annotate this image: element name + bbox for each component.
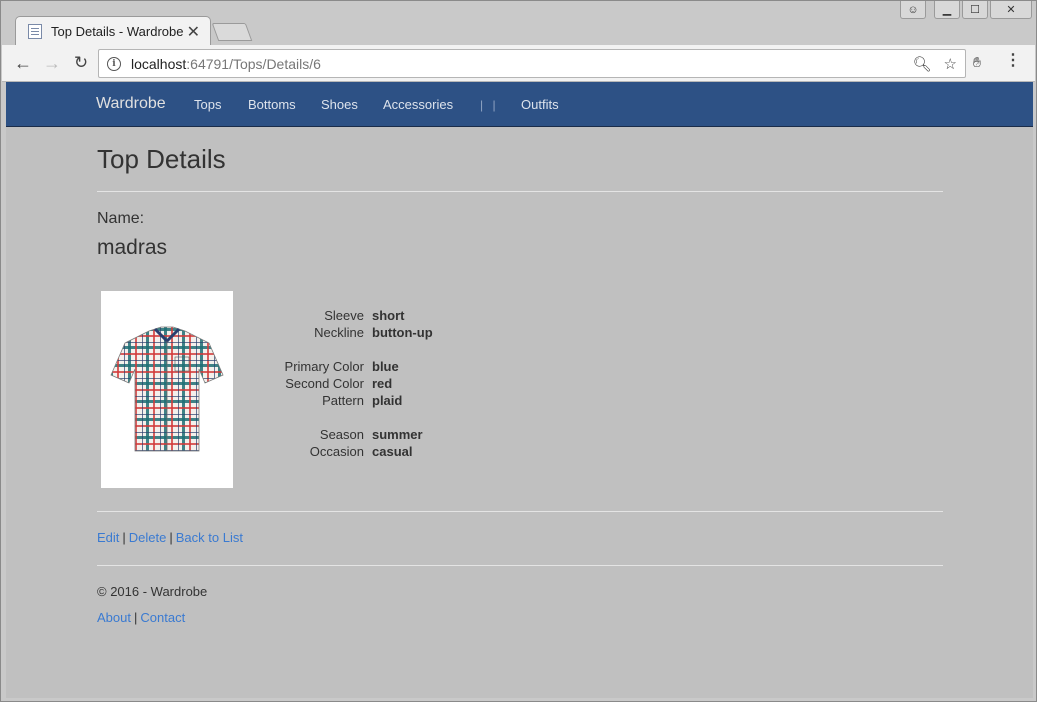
name-label: Name: <box>97 210 145 227</box>
url-host: localhost <box>131 55 187 72</box>
nav-link-outfits[interactable]: Outfits <box>521 97 559 112</box>
zoom-icon[interactable]: 🔍︎ <box>913 55 932 73</box>
browser-menu-icon[interactable]: ⋮ <box>1005 52 1021 70</box>
reload-icon[interactable]: ↻ <box>68 50 94 76</box>
product-image <box>101 291 233 488</box>
nav-separator: | | <box>480 98 499 112</box>
address-bar[interactable]: i localhost:64791/Tops/Details/6 🔍︎ ☆ <box>98 49 966 78</box>
attribute-label: Neckline <box>314 325 364 340</box>
site-navbar: Wardrobe Tops Bottoms Shoes Accessories … <box>6 82 1033 127</box>
attribute-value: casual <box>372 444 413 459</box>
name-value: madras <box>97 236 168 259</box>
tab-strip: Top Details - Wardrobe ✕ <box>1 1 1036 46</box>
page-favicon-icon <box>28 24 42 39</box>
url-path: :64791/Tops/Details/6 <box>186 55 321 72</box>
browser-window: ☺ ▁ ☐ ✕ Top Details - Wardrobe ✕ ← → ↻ i… <box>0 0 1037 702</box>
attribute-value: red <box>372 376 393 391</box>
attribute-label: Season <box>319 427 364 442</box>
site-info-icon[interactable]: i <box>107 56 121 71</box>
divider <box>97 191 943 192</box>
about-link[interactable]: About <box>97 610 131 625</box>
nav-link-tops[interactable]: Tops <box>194 97 221 112</box>
nav-link-bottoms[interactable]: Bottoms <box>248 97 296 112</box>
back-arrow-icon[interactable]: ← <box>10 50 36 76</box>
attribute-label: Sleeve <box>324 308 364 323</box>
page-viewport: Wardrobe Tops Bottoms Shoes Accessories … <box>6 82 1033 698</box>
attribute-value: summer <box>372 427 423 442</box>
link-separator: | <box>169 530 173 545</box>
footer-copyright: © 2016 - Wardrobe <box>97 584 208 599</box>
bookmark-star-icon[interactable]: ☆ <box>944 55 957 73</box>
browser-toolbar: ← → ↻ i localhost:64791/Tops/Details/6 🔍… <box>2 45 1035 82</box>
new-tab-button[interactable] <box>211 23 253 41</box>
contact-link[interactable]: Contact <box>140 610 185 625</box>
back-to-list-link[interactable]: Back to List <box>176 530 243 545</box>
extension-icon[interactable]: ✋︎ <box>973 54 989 70</box>
nav-link-shoes[interactable]: Shoes <box>321 97 358 112</box>
nav-link-accessories[interactable]: Accessories <box>383 97 453 112</box>
attribute-row: Second Color red <box>267 376 567 393</box>
attribute-row: Pattern plaid <box>267 393 567 410</box>
attribute-label: Second Color <box>285 376 364 391</box>
action-links: Edit | Delete | Back to List <box>97 530 243 545</box>
tab-close-icon[interactable]: ✕ <box>187 22 200 42</box>
browser-tab[interactable]: Top Details - Wardrobe ✕ <box>15 16 211 46</box>
link-separator: | <box>133 610 138 625</box>
attribute-row: Neckline button-up <box>267 325 567 342</box>
attribute-label: Occasion <box>309 444 364 459</box>
brand-link[interactable]: Wardrobe <box>96 95 166 113</box>
forward-arrow-icon[interactable]: → <box>39 50 65 76</box>
tab-title: Top Details - Wardrobe <box>51 24 184 39</box>
page-title: Top Details <box>97 144 226 174</box>
attribute-row: Occasion casual <box>267 444 567 461</box>
divider <box>97 511 943 512</box>
attribute-value: blue <box>372 359 399 374</box>
attribute-label: Pattern <box>322 393 364 408</box>
attribute-row: Sleeve short <box>267 308 567 325</box>
footer-links: About | Contact <box>97 610 185 625</box>
attribute-row: Season summer <box>267 427 567 444</box>
attribute-value: button-up <box>372 325 433 340</box>
edit-link[interactable]: Edit <box>97 530 119 545</box>
attribute-value: plaid <box>372 393 403 408</box>
link-separator: | <box>122 530 126 545</box>
footer-divider <box>97 565 943 566</box>
attribute-row: Primary Color blue <box>267 359 567 376</box>
attribute-label: Primary Color <box>284 359 364 374</box>
delete-link[interactable]: Delete <box>129 530 167 545</box>
attribute-value: short <box>372 308 405 323</box>
